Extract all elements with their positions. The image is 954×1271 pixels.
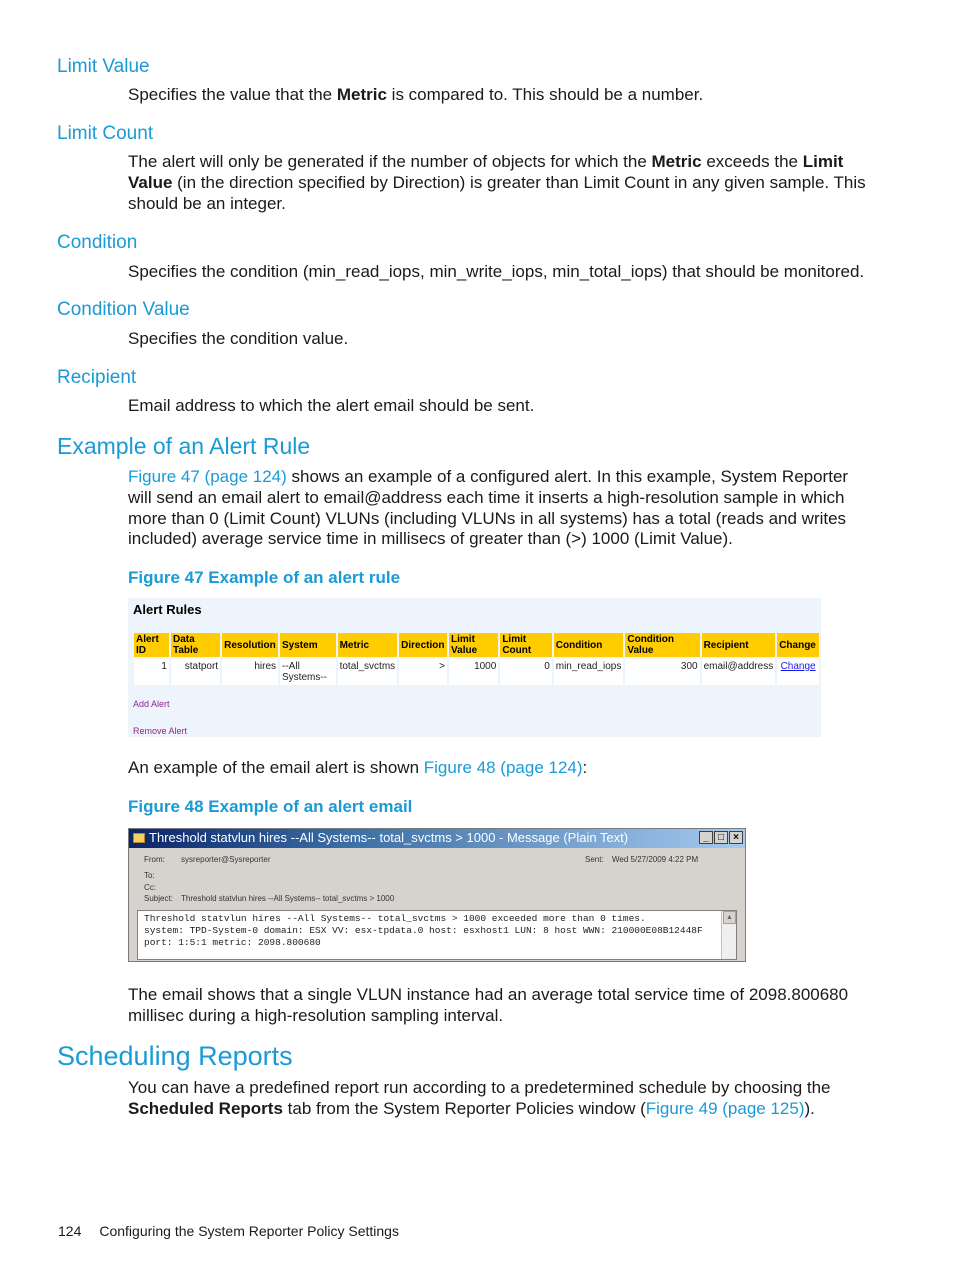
scheduling-paragraph: You can have a predefined report run acc… [128, 1078, 873, 1120]
col-data-table: Data Table [170, 633, 221, 657]
email-example-paragraph: An example of the email alert is shown F… [128, 758, 873, 779]
section-heading-example: Example of an Alert Rule [57, 433, 311, 459]
col-limit-count: Limit Count [500, 633, 552, 657]
desc-text: exceeds the [701, 152, 803, 171]
cell-system: --All Systems-- [280, 659, 336, 685]
desc-condition: Specifies the condition (min_read_iops, … [128, 262, 865, 281]
cell-limit-value: 1000 [449, 659, 499, 685]
cell-change: Change [777, 659, 819, 685]
desc-limit-value: Specifies the value that the Metric is c… [128, 85, 873, 106]
sent-label: Sent: [585, 855, 604, 864]
section-heading-scheduling: Scheduling Reports [57, 1041, 293, 1071]
desc-text: is compared to. This should be a number. [386, 85, 704, 104]
desc-bold: Metric [336, 85, 387, 104]
alert-rules-screenshot: Alert Rules Alert ID Data Table Resoluti… [128, 598, 821, 737]
col-system: System [280, 633, 336, 657]
figure-48-caption: Figure 48 Example of an alert email [128, 797, 413, 816]
email-body[interactable]: Threshold statvlun hires --All Systems--… [137, 910, 737, 960]
email-body-line: port: 1:5:1 metric: 2098.800680 [144, 937, 321, 948]
term-condition-value: Condition Value [57, 299, 190, 320]
cell-resolution: hires [222, 659, 279, 685]
cell-recipient: email@address [701, 659, 776, 685]
figure-47-caption: Figure 47 Example of an alert rule [128, 568, 401, 587]
email-para-text: : [582, 758, 588, 777]
scheduling-text: ). [804, 1098, 815, 1118]
email-body-line: Threshold statvlun hires --All Systems--… [144, 913, 646, 924]
figure-47-link[interactable]: Figure 47 (page 124) [128, 467, 287, 486]
email-window-title: Threshold statvlun hires --All Systems--… [149, 830, 629, 845]
table-row: 1 statport hires --All Systems-- total_s… [134, 659, 819, 685]
scheduling-text: tab from the System Reporter Policies wi… [282, 1098, 646, 1118]
email-titlebar: Threshold statvlun hires --All Systems--… [129, 829, 745, 848]
desc-bold: Metric [651, 152, 702, 171]
cell-data-table: statport [170, 659, 221, 685]
figure-49-link[interactable]: Figure 49 (page 125) [646, 1099, 805, 1118]
from-label: From: [144, 855, 165, 864]
sent-value: Wed 5/27/2009 4:22 PM [612, 855, 699, 864]
email-body-text: Threshold statvlun hires --All Systems--… [144, 913, 703, 949]
term-limit-value: Limit Value [57, 56, 150, 77]
envelope-icon [133, 833, 145, 843]
desc-text: (in the direction specified by Direction… [128, 172, 866, 213]
desc-condition-value: Specifies the condition value. [128, 329, 349, 348]
desc-text: The alert will only be generated if the … [128, 152, 652, 171]
from-value: sysreporter@Sysreporter [181, 855, 271, 864]
email-body-line: system: TPD-System-0 domain: ESX VV: esx… [144, 925, 703, 936]
email-window-screenshot: Threshold statvlun hires --All Systems--… [128, 828, 746, 962]
chapter-title: Configuring the System Reporter Policy S… [99, 1223, 399, 1239]
term-recipient: Recipient [57, 367, 137, 388]
page-number: 124 [58, 1223, 82, 1239]
subject-value: Threshold statvlun hires --All Systems--… [181, 894, 395, 903]
col-limit-value: Limit Value [449, 633, 499, 657]
maximize-button[interactable]: □ [714, 831, 728, 844]
close-button[interactable]: × [729, 831, 743, 844]
cell-condition-value: 300 [625, 659, 700, 685]
change-link[interactable]: Change [781, 661, 816, 672]
cell-direction: > [399, 659, 448, 685]
example-paragraph: Figure 47 (page 124) shows an example of… [128, 467, 873, 550]
desc-recipient: Email address to which the alert email s… [128, 396, 535, 415]
scroll-up-arrow-icon[interactable]: ▲ [723, 911, 736, 924]
scheduling-bold: Scheduled Reports [128, 1098, 283, 1118]
alert-rules-title: Alert Rules [133, 602, 202, 617]
remove-alert-link[interactable]: Remove Alert [133, 726, 187, 736]
col-change: Change [777, 633, 819, 657]
desc-limit-count: The alert will only be generated if the … [128, 152, 873, 214]
cell-condition: min_read_iops [553, 659, 624, 685]
scheduling-text: You can have a predefined report run acc… [128, 1078, 831, 1097]
col-alert-id: Alert ID [134, 633, 169, 657]
alert-rules-table: Alert ID Data Table Resolution System Me… [132, 631, 821, 687]
figure-48-link[interactable]: Figure 48 (page 124) [424, 758, 583, 777]
email-para-text: An example of the email alert is shown [128, 758, 424, 777]
col-metric: Metric [337, 633, 398, 657]
cell-metric: total_svctms [337, 659, 398, 685]
term-limit-count: Limit Count [57, 123, 154, 144]
col-condition-value: Condition Value [625, 633, 700, 657]
col-direction: Direction [399, 633, 448, 657]
page-footer: 124 Configuring the System Reporter Polic… [58, 1223, 399, 1239]
desc-text: Specifies the value that the [128, 85, 337, 104]
term-condition: Condition [57, 232, 138, 253]
minimize-button[interactable]: _ [699, 831, 713, 844]
col-resolution: Resolution [222, 633, 279, 657]
col-recipient: Recipient [701, 633, 776, 657]
cell-alert-id: 1 [134, 659, 169, 685]
cell-limit-count: 0 [500, 659, 552, 685]
email-summary-paragraph: The email shows that a single VLUN insta… [128, 985, 849, 1025]
email-body-scrollbar[interactable]: ▲ [721, 911, 736, 959]
col-condition: Condition [553, 633, 624, 657]
add-alert-link[interactable]: Add Alert [133, 699, 170, 709]
subject-label: Subject: [144, 894, 173, 903]
cc-label: Cc: [144, 883, 156, 892]
alert-rules-header-row: Alert ID Data Table Resolution System Me… [134, 633, 819, 657]
to-label: To: [144, 871, 155, 880]
